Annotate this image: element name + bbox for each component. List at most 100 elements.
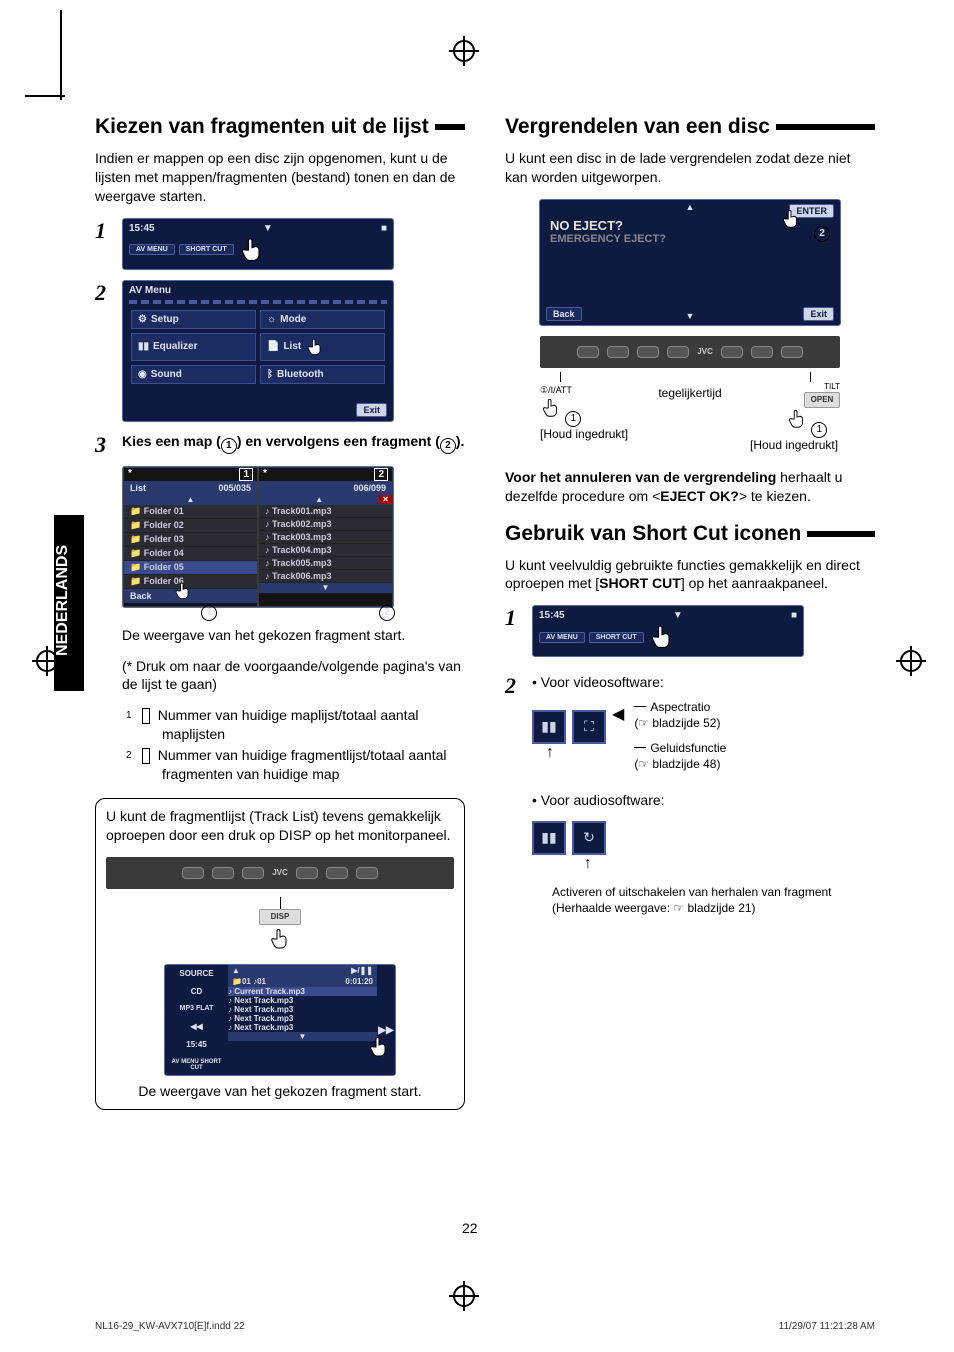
jvc-logo: JVC — [272, 868, 288, 877]
eject-screen: ▲ NO EJECT? EMERGENCY EJECT? ENTER 2 Bac… — [539, 199, 841, 326]
exit-button[interactable]: Exit — [356, 403, 387, 417]
player-screen: SOURCE CD MP3 FLAT ◀◀ 15:45 AV MENU SHOR… — [164, 964, 396, 1076]
step-number: 3 — [95, 432, 106, 458]
aspect-ratio-icon[interactable]: ⛶ — [572, 710, 606, 744]
list-screen: *1 List005/035 ▲ 📁 Folder 01 📁 Folder 02… — [122, 466, 394, 608]
step-3: 3 Kies een map (1) en vervolgens een fra… — [95, 432, 465, 788]
step-number: 2 — [505, 673, 516, 699]
callout-2: 2 — [814, 226, 830, 242]
aspect-ref: (☞ bladzijde 52) — [634, 716, 720, 730]
callout-1: 1 — [201, 605, 217, 621]
open-button[interactable]: OPEN — [804, 392, 840, 408]
menu-mode[interactable]: ☼ Mode — [260, 310, 385, 329]
folder-item[interactable]: 📁 Folder 01 — [124, 505, 257, 519]
player-time: 15:45 — [169, 1040, 224, 1049]
track-counter: 006/099 — [353, 483, 386, 493]
track-item[interactable]: ♪ Track003.mp3 — [259, 531, 392, 544]
title-text: Vergrendelen van een disc — [505, 115, 770, 139]
next-track[interactable]: ♪ Next Track.mp3 — [228, 1005, 377, 1014]
track-item[interactable]: ♪ Track001.mp3 — [259, 505, 392, 518]
annotation-2: Nummer van huidige fragmentlijst/totaal … — [158, 747, 447, 782]
right-column: Vergrendelen van een disc U kunt een dis… — [505, 115, 875, 1110]
section-title-shortcut: Gebruik van Short Cut iconen — [505, 522, 875, 546]
repeat-icon[interactable]: ↻ — [572, 821, 606, 855]
cancel-text: Voor het annuleren van de vergrendeling … — [505, 468, 875, 506]
title-bar-icon — [435, 124, 465, 130]
tap-hand-icon — [238, 236, 266, 264]
footer-timestamp: 11/29/07 11:21:28 AM — [779, 1321, 875, 1332]
exit-button[interactable]: Exit — [803, 307, 834, 321]
disp-tip-text: U kunt de fragmentlijst (Track List) tev… — [106, 807, 454, 845]
tap-hand-icon — [367, 1035, 391, 1059]
shortcut-intro: U kunt veelvuldig gebruikte functies gem… — [505, 556, 875, 594]
sc-step-1: 1 15:45 ▼ ■ AV MENU SHORT CUT — [505, 605, 875, 667]
step-3-caption: De weergave van het gekozen fragment sta… — [122, 626, 465, 645]
registration-mark — [900, 650, 922, 672]
stop-icon: ■ — [791, 610, 797, 621]
hold-label: [Houd ingedrukt] — [540, 427, 628, 441]
short-cut-button[interactable]: SHORT CUT — [589, 632, 644, 643]
folder-item[interactable]: 📁 Folder 03 — [124, 533, 257, 547]
tap-hand-icon — [305, 337, 325, 357]
sound-ref: (☞ bladzijde 48) — [634, 757, 720, 771]
back-button[interactable]: Back — [546, 307, 582, 321]
step-number: 1 — [505, 605, 516, 631]
next-track[interactable]: ♪ Next Track.mp3 — [228, 996, 377, 1005]
aspect-label: Aspectratio — [650, 700, 710, 714]
tap-hand-icon — [173, 581, 193, 601]
footer-file: NL16-29_KW-AVX710[E]f.indd 22 — [95, 1321, 245, 1332]
emergency-eject-text: EMERGENCY EJECT? — [550, 233, 830, 245]
audio-software-label: • Voor audiosoftware: — [532, 791, 875, 810]
player-caption: De weergave van het gekozen fragment sta… — [106, 1082, 454, 1101]
annotation-1: Nummer van huidige maplijst/totaal aanta… — [158, 707, 419, 742]
title-text: Kiezen van fragmenten uit de lijst — [95, 115, 429, 139]
short-cut-button[interactable]: SHORT CUT — [179, 244, 234, 255]
tap-hand-icon — [540, 397, 562, 419]
track-item[interactable]: ♪ Track004.mp3 — [259, 544, 392, 557]
down-arrow-icon: ▼ — [263, 223, 273, 234]
lock-intro: U kunt een disc in de lade vergrendelen … — [505, 149, 875, 187]
track-item[interactable]: ♪ Track005.mp3 — [259, 557, 392, 570]
stop-icon: ■ — [381, 223, 387, 234]
menu-bluetooth[interactable]: ᛒ Bluetooth — [260, 365, 385, 384]
menu-sound[interactable]: ◉ Sound — [131, 365, 256, 384]
section-title-list: Kiezen van fragmenten uit de lijst — [95, 115, 465, 139]
prev-track-icon[interactable]: ◀◀ — [169, 1022, 224, 1031]
left-column: Kiezen van fragmenten uit de lijst Indie… — [95, 115, 465, 1110]
folder-item[interactable]: 📁 Folder 04 — [124, 547, 257, 561]
menu-setup[interactable]: ⚙ Setup — [131, 310, 256, 329]
tap-hand-icon — [780, 208, 802, 230]
annotation-list: 1 Nummer van huidige maplijst/totaal aan… — [122, 706, 465, 784]
disp-tip-box: U kunt de fragmentlijst (Track List) tev… — [95, 798, 465, 1110]
folder-counter: 005/035 — [218, 483, 251, 493]
next-track[interactable]: ♪ Next Track.mp3 — [228, 1014, 377, 1023]
simultaneous-label: tegelijkertijd — [658, 372, 721, 402]
menu-equalizer[interactable]: ▮▮ Equalizer — [131, 333, 256, 361]
tap-hand-icon — [786, 408, 808, 430]
sound-mode-icon[interactable]: ▮▮ — [532, 710, 566, 744]
step-number: 2 — [95, 280, 106, 306]
av-menu-button[interactable]: AV MENU — [539, 632, 585, 643]
current-track[interactable]: ♪ Current Track.mp3 — [228, 987, 377, 996]
page-number: 22 — [462, 1220, 478, 1236]
folder-item[interactable]: 📁 Folder 05 — [124, 561, 257, 575]
menu-title: AV Menu — [123, 281, 393, 300]
av-menu-button[interactable]: AV MENU — [129, 244, 175, 255]
language-tab: NEDERLANDS — [54, 515, 84, 691]
track-item[interactable]: ♪ Track002.mp3 — [259, 518, 392, 531]
folder-item[interactable]: 📁 Folder 02 — [124, 519, 257, 533]
menu-list[interactable]: 📄 List — [260, 333, 385, 361]
disp-button[interactable]: DISP — [259, 909, 301, 925]
list-header: List — [130, 483, 146, 493]
page-content: NEDERLANDS Kiezen van fragmenten uit de … — [95, 115, 875, 1110]
track-item[interactable]: ♪ Track006.mp3 — [259, 570, 392, 583]
callout-1: 1 — [811, 422, 827, 438]
step-2: 2 AV Menu ⚙ Setup ☼ Mode ▮▮ Equalizer 📄 … — [95, 280, 465, 432]
title-bar-icon — [776, 124, 875, 130]
intro-text: Indien er mappen op een disc zijn opgeno… — [95, 149, 465, 206]
next-track[interactable]: ♪ Next Track.mp3 — [228, 1023, 377, 1032]
touch-screen-bar: 15:45 ▼ ■ AV MENU SHORT CUT — [122, 218, 394, 270]
sound-mode-icon[interactable]: ▮▮ — [532, 821, 566, 855]
step-number: 1 — [95, 218, 106, 244]
step-3-note: (* Druk om naar de voorgaande/volgende p… — [122, 657, 465, 695]
